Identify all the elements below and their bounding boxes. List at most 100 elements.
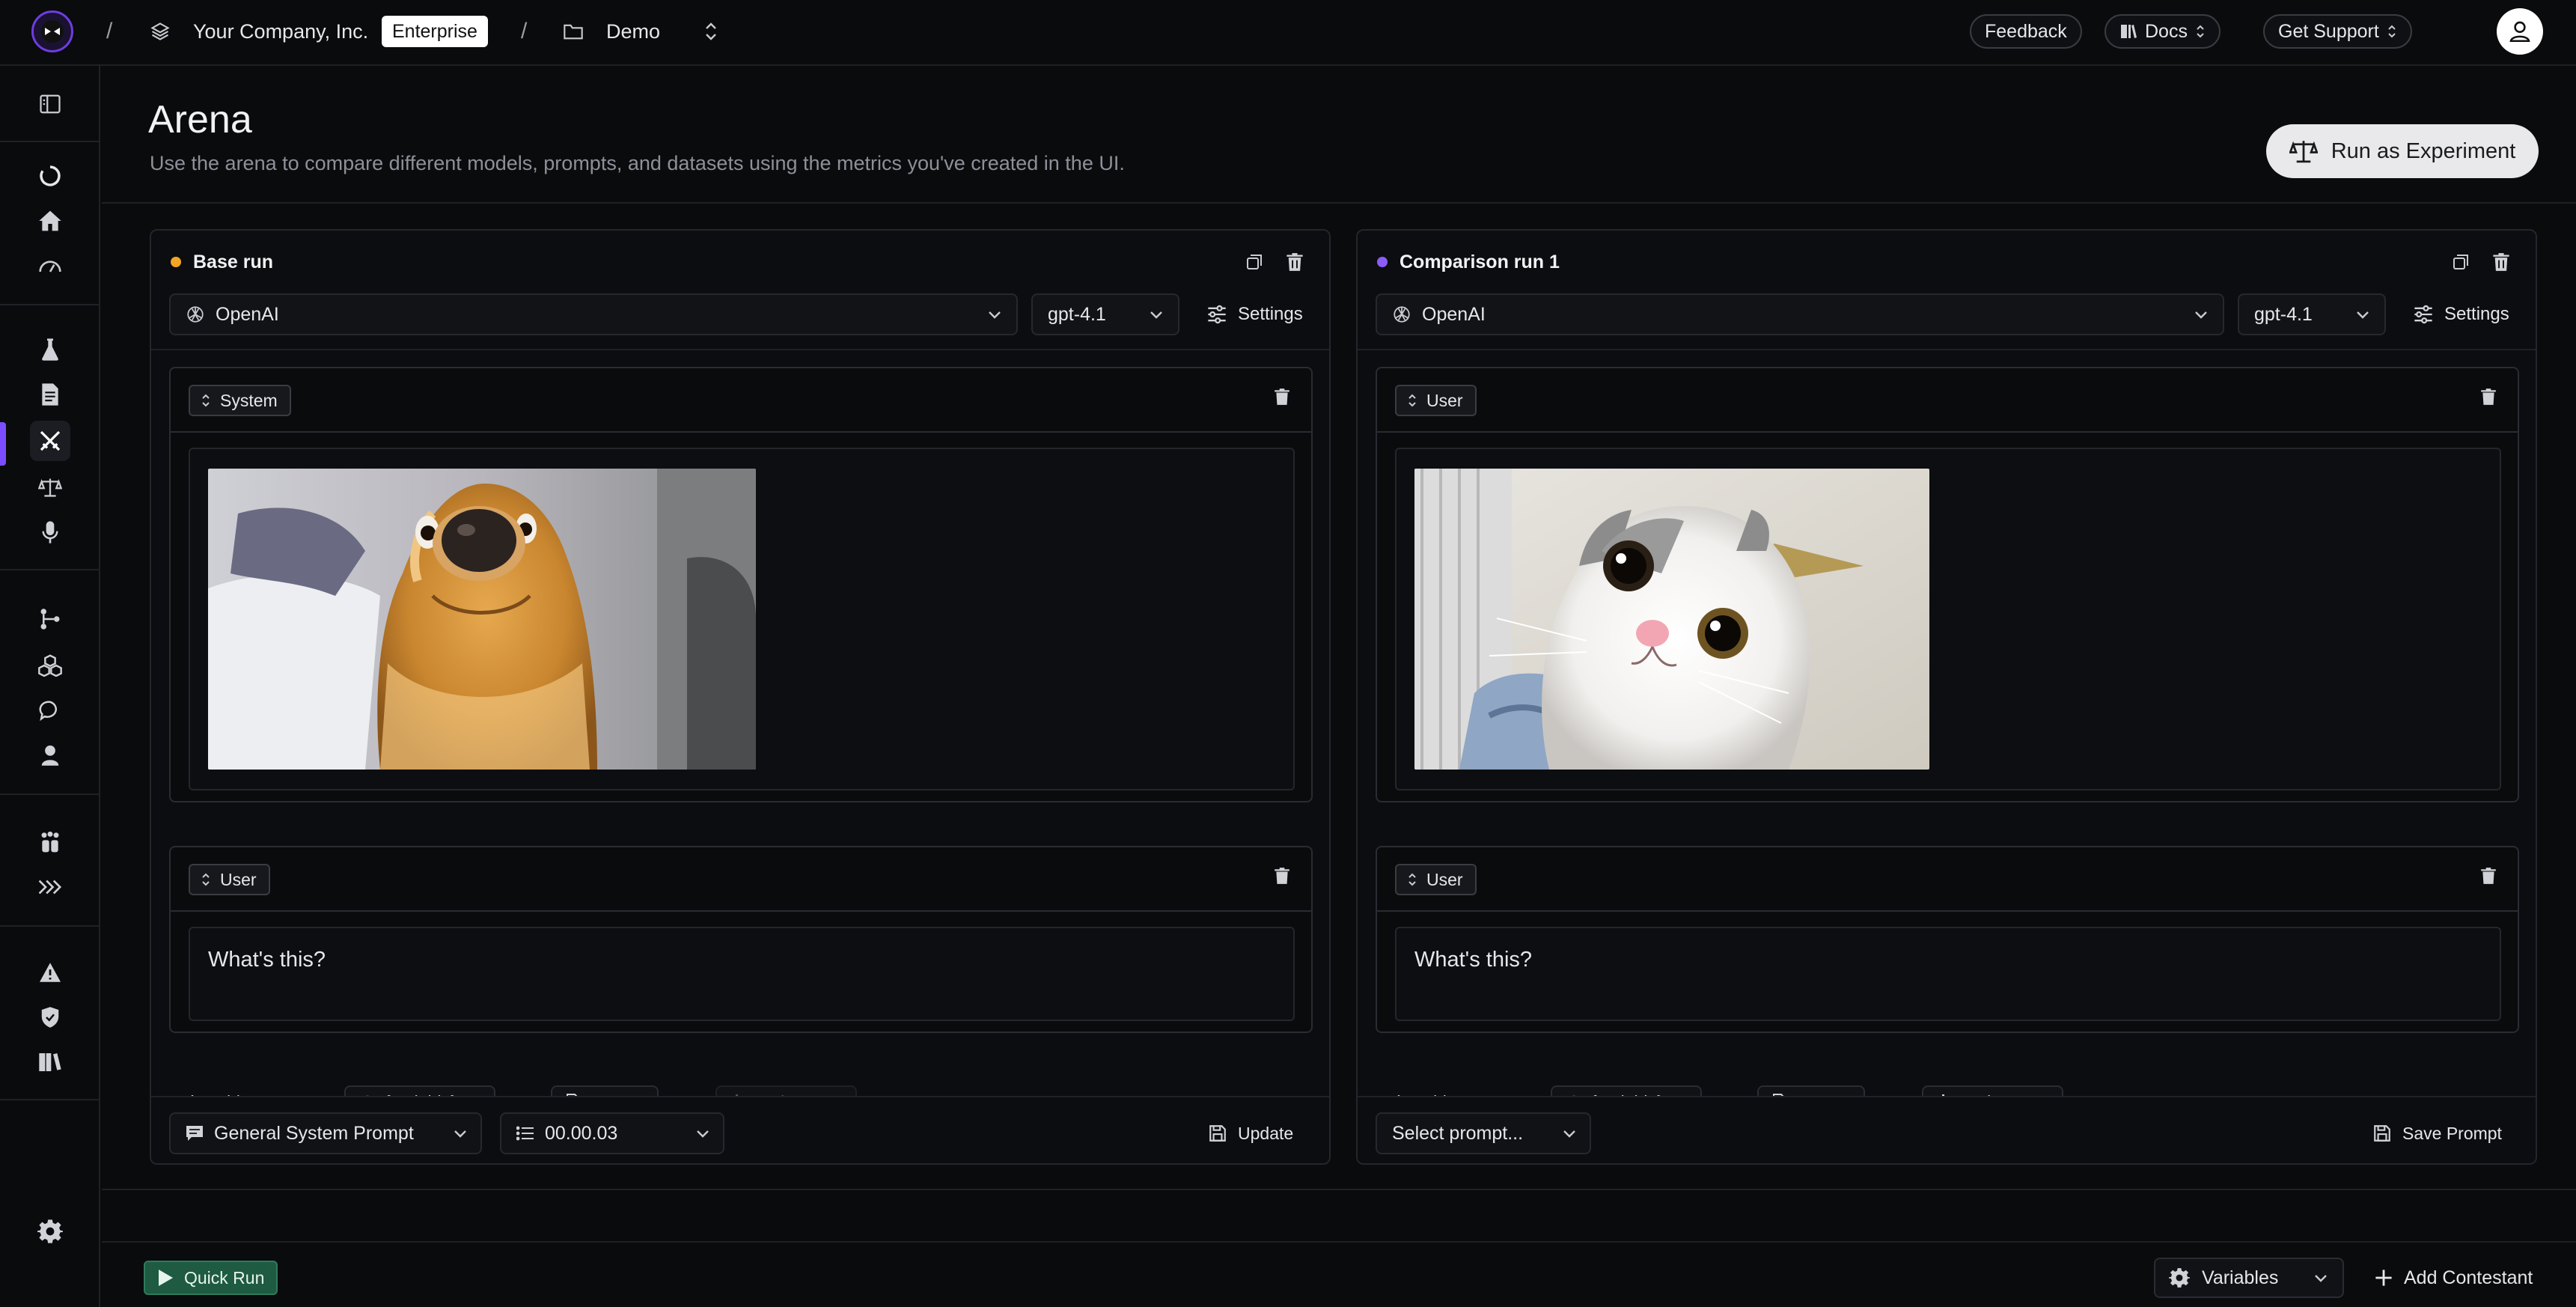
- role-select[interactable]: User: [189, 864, 270, 895]
- app-logo[interactable]: [31, 10, 73, 52]
- sliders-icon: [1206, 305, 1227, 324]
- status-dot: [1377, 257, 1388, 267]
- message-header: User: [171, 847, 1311, 912]
- update-label: Update: [1238, 1123, 1294, 1143]
- message-text: What's this?: [208, 948, 326, 972]
- git-branch-icon[interactable]: [30, 599, 70, 639]
- provider-select[interactable]: OpenAI: [169, 293, 1018, 335]
- model-select[interactable]: gpt-4.1: [1031, 293, 1179, 335]
- trash-icon[interactable]: [2480, 867, 2497, 885]
- message-header: User: [1377, 847, 2518, 912]
- team-icon[interactable]: [30, 822, 70, 862]
- quick-run-label: Quick Run: [184, 1267, 265, 1288]
- run-as-experiment-label: Run as Experiment: [2331, 138, 2516, 163]
- gauge-icon[interactable]: [30, 246, 70, 286]
- trash-icon[interactable]: [1274, 388, 1290, 406]
- divider: [102, 1189, 2576, 1190]
- trash-icon[interactable]: [2480, 388, 2497, 406]
- provider-value: OpenAI: [216, 303, 279, 325]
- settings-button[interactable]: Settings: [2413, 293, 2509, 335]
- project-name[interactable]: Demo: [606, 0, 660, 63]
- docs-button[interactable]: Docs: [2105, 14, 2221, 49]
- page-title: Arena: [148, 98, 252, 141]
- cat-photo: [1414, 469, 1929, 770]
- role-select[interactable]: User: [1395, 864, 1477, 895]
- message-block: User What's this?: [169, 846, 1313, 1033]
- update-button[interactable]: Update: [1208, 1112, 1293, 1154]
- role-select[interactable]: System: [189, 385, 291, 416]
- contestant-panel-base: Base run OpenAI gpt-4.1 Settings System: [150, 229, 1331, 1165]
- swords-icon[interactable]: [30, 421, 70, 461]
- top-bar: / Your Company, Inc. Enterprise / Demo F…: [0, 0, 2576, 66]
- save-icon: [2372, 1124, 2392, 1143]
- prompt-select[interactable]: General System Prompt: [169, 1112, 482, 1154]
- user-icon[interactable]: [30, 735, 70, 776]
- message-block: System: [169, 367, 1313, 802]
- chevron-down-icon: [2193, 306, 2209, 323]
- org-name[interactable]: Your Company, Inc.: [193, 0, 368, 63]
- contestant-panel-comparison: Comparison run 1 OpenAI gpt-4.1 Settings…: [1356, 229, 2537, 1165]
- message-input[interactable]: What's this?: [189, 927, 1295, 1021]
- warning-icon[interactable]: [30, 952, 70, 993]
- shield-icon[interactable]: [30, 997, 70, 1038]
- message-content[interactable]: [189, 448, 1295, 790]
- message-content[interactable]: [1395, 448, 2501, 790]
- list-icon: [516, 1126, 534, 1141]
- message-header: System: [171, 368, 1311, 433]
- document-icon[interactable]: [30, 374, 70, 415]
- book-icon[interactable]: [30, 1042, 70, 1082]
- trash-icon[interactable]: [2488, 249, 2515, 275]
- settings-button[interactable]: Settings: [1206, 293, 1303, 335]
- message-block: User: [1376, 367, 2519, 802]
- chevron-updown-icon: [2387, 23, 2397, 40]
- support-button[interactable]: Get Support: [2263, 14, 2412, 49]
- duplicate-icon[interactable]: [2447, 249, 2474, 275]
- provider-value: OpenAI: [1422, 303, 1486, 325]
- gear-icon[interactable]: [30, 1211, 70, 1252]
- divider: [151, 349, 1329, 350]
- user-avatar[interactable]: [2497, 8, 2543, 55]
- chevron-down-icon: [695, 1125, 711, 1142]
- layers-icon: [150, 0, 171, 63]
- panel-footer: General System Prompt 00.00.03 Update: [151, 1096, 1329, 1163]
- flask-icon[interactable]: [30, 329, 70, 370]
- breadcrumb-separator: /: [521, 19, 528, 43]
- provider-select[interactable]: OpenAI: [1376, 293, 2224, 335]
- loading-circle-icon[interactable]: [30, 156, 70, 196]
- chat-bubble-icon[interactable]: [30, 690, 70, 731]
- message-text: What's this?: [1414, 948, 1533, 972]
- model-select[interactable]: gpt-4.1: [2238, 293, 2386, 335]
- status-dot: [171, 257, 181, 267]
- trash-icon[interactable]: [1281, 249, 1308, 275]
- plus-icon: [2374, 1268, 2393, 1288]
- home-icon[interactable]: [30, 201, 70, 241]
- version-select[interactable]: 00.00.03: [500, 1112, 724, 1154]
- variables-label: Variables: [2202, 1267, 2279, 1288]
- quick-run-button[interactable]: Quick Run: [144, 1261, 278, 1295]
- save-prompt-button[interactable]: Save Prompt: [2372, 1112, 2502, 1154]
- scale-icon[interactable]: [30, 467, 70, 508]
- microphone-icon[interactable]: [30, 512, 70, 552]
- duplicate-icon[interactable]: [1241, 249, 1268, 275]
- role-select[interactable]: User: [1395, 385, 1477, 416]
- chevron-down-icon: [1561, 1125, 1578, 1142]
- chat-bubble-icon: [186, 1125, 204, 1142]
- version-select-value: 00.00.03: [545, 1122, 618, 1144]
- boxes-icon[interactable]: [30, 645, 70, 686]
- feedback-button[interactable]: Feedback: [1970, 14, 2082, 49]
- openai-icon: [1392, 305, 1411, 324]
- chevron-updown-icon: [2195, 23, 2206, 40]
- panel-title: Comparison run 1: [1377, 244, 1560, 280]
- variables-button[interactable]: Variables: [2154, 1258, 2344, 1298]
- message-input[interactable]: What's this?: [1395, 927, 2501, 1021]
- run-as-experiment-button[interactable]: Run as Experiment: [2266, 124, 2539, 178]
- panel-toggle-icon[interactable]: [30, 84, 70, 124]
- project-switcher-icon[interactable]: [703, 0, 718, 63]
- add-contestant-button[interactable]: Add Contestant: [2374, 1258, 2533, 1298]
- chevron-down-icon: [2313, 1270, 2329, 1286]
- prompt-select[interactable]: Select prompt...: [1376, 1112, 1591, 1154]
- feedback-label: Feedback: [1985, 20, 2067, 42]
- trash-icon[interactable]: [1274, 867, 1290, 885]
- save-prompt-label: Save Prompt: [2402, 1123, 2502, 1143]
- chevrons-right-icon[interactable]: [30, 867, 70, 907]
